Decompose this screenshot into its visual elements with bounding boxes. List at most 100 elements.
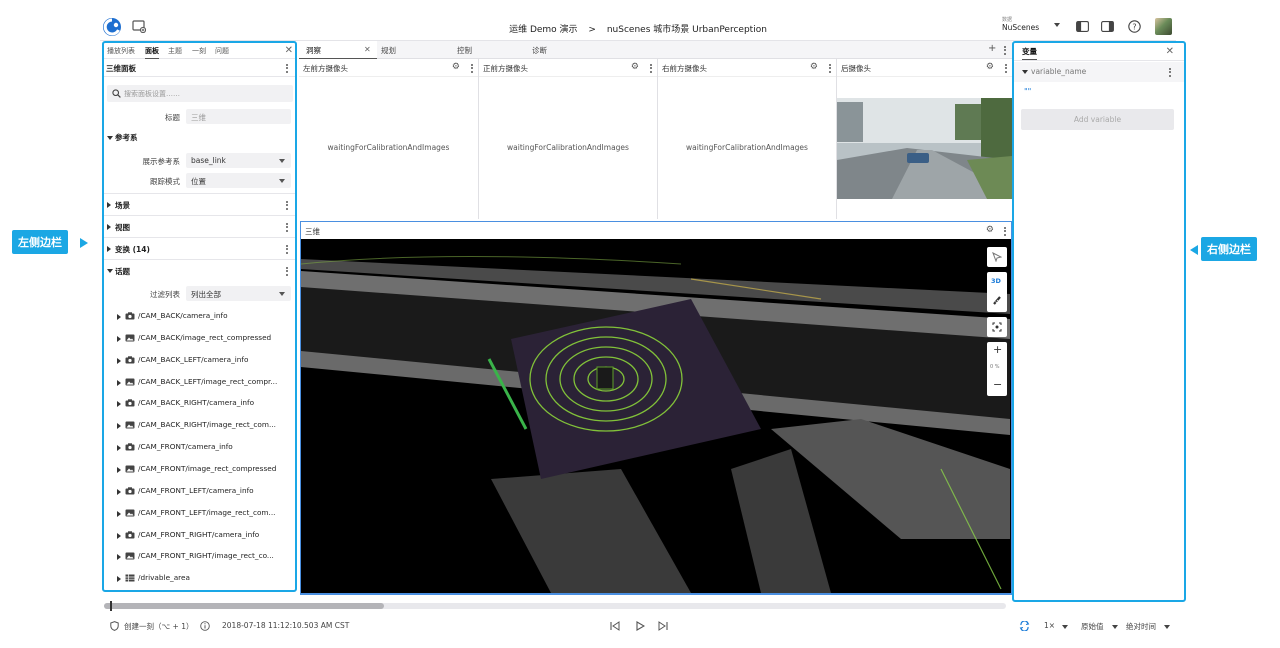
info-icon[interactable] — [200, 621, 210, 631]
current-timestamp[interactable]: 2018-07-18 11:12:10.503 AM CST — [222, 621, 349, 630]
recenter-button[interactable] — [987, 317, 1007, 337]
topic-row[interactable]: /CAM_BACK_LEFT/image_rect_compr... — [104, 372, 295, 393]
topic-row[interactable]: /CAM_BACK_LEFT/camera_info — [104, 350, 295, 371]
scene-section[interactable]: 场景 — [104, 193, 295, 215]
tab-topics[interactable]: 主题 — [168, 46, 182, 56]
tab-planning[interactable]: 规划 — [381, 41, 441, 59]
zoom-in-icon[interactable]: + — [993, 343, 1002, 356]
chevron-right-icon[interactable] — [117, 423, 121, 430]
add-tab-icon[interactable]: + — [988, 43, 996, 54]
tab-issues[interactable]: 问题 — [215, 46, 229, 56]
more-options-icon[interactable] — [471, 64, 474, 73]
tab-insight[interactable]: 洞察 ✕ — [299, 41, 377, 59]
help-icon[interactable]: ? — [1128, 20, 1141, 33]
tab-playlist[interactable]: 播放列表 — [107, 46, 135, 56]
chevron-right-icon[interactable] — [117, 466, 121, 473]
chevron-down-icon[interactable] — [1112, 625, 1118, 629]
chevron-right-icon[interactable] — [117, 488, 121, 495]
breadcrumb-app[interactable]: 运维 Demo 演示 — [509, 25, 577, 35]
chevron-right-icon[interactable] — [117, 335, 121, 342]
gear-icon[interactable]: ⚙ — [810, 62, 818, 72]
topic-row[interactable]: /drivable_area — [104, 568, 295, 589]
panel-3d[interactable]: 三维 ⚙ 3D + 0 % − — [300, 221, 1012, 595]
view-section[interactable]: 视图 — [104, 215, 295, 237]
topic-row[interactable]: /CAM_FRONT/camera_info — [104, 437, 295, 458]
right-sidebar-toggle-icon[interactable] — [1101, 21, 1114, 32]
transforms-section[interactable]: 变换 (14) — [104, 237, 295, 259]
topic-row[interactable]: /CAM_FRONT_RIGHT/camera_info — [104, 525, 295, 546]
settings-search-input[interactable]: 搜索面板设置…… — [107, 85, 293, 102]
topic-row[interactable]: /CAM_BACK/camera_info — [104, 306, 295, 327]
left-sidebar-toggle-icon[interactable] — [1076, 21, 1089, 32]
topic-row[interactable]: /CAM_FRONT_LEFT/camera_info — [104, 481, 295, 502]
chevron-right-icon[interactable] — [117, 379, 121, 386]
add-variable-button[interactable]: Add variable — [1021, 109, 1174, 130]
more-options-icon[interactable] — [286, 223, 289, 232]
topics-section[interactable]: 话题 — [104, 259, 295, 281]
topic-row[interactable]: /CAM_BACK/image_rect_compressed — [104, 328, 295, 349]
seek-back-icon[interactable] — [610, 621, 620, 631]
topic-row[interactable]: /CAM_FRONT_LEFT/image_rect_com... — [104, 503, 295, 524]
chevron-right-icon[interactable] — [117, 314, 121, 320]
tab-diagnostics[interactable]: 诊断 — [532, 41, 592, 59]
title-input[interactable]: 三维 — [186, 109, 291, 124]
chevron-down-icon[interactable] — [1062, 625, 1068, 629]
create-moment-button[interactable]: 创建一刻（⌥ + 1） — [124, 621, 193, 632]
user-avatar[interactable] — [1155, 18, 1172, 35]
chevron-right-icon[interactable] — [117, 510, 121, 517]
filter-select[interactable]: 列出全部 — [186, 286, 291, 301]
topic-row[interactable]: /CAM_BACK_RIGHT/camera_info — [104, 393, 295, 414]
chevron-right-icon[interactable] — [117, 357, 121, 364]
play-icon[interactable] — [635, 621, 645, 631]
topic-row[interactable]: /CAM_FRONT_RIGHT/image_rect_co... — [104, 546, 295, 567]
chevron-down-icon[interactable] — [1022, 70, 1028, 74]
chevron-right-icon[interactable] — [117, 445, 121, 452]
zoom-out-icon[interactable]: − — [993, 378, 1002, 391]
gear-icon[interactable]: ⚙ — [986, 62, 994, 72]
gear-icon[interactable]: ⚙ — [452, 62, 460, 72]
more-options-icon[interactable] — [286, 201, 289, 210]
playback-speed-select[interactable]: 1× — [1044, 621, 1055, 630]
chevron-right-icon[interactable] — [117, 554, 121, 561]
more-options-icon[interactable] — [650, 64, 653, 73]
follow-mode-select[interactable]: 位置 — [186, 173, 291, 188]
more-options-icon[interactable] — [286, 245, 289, 254]
tab-control[interactable]: 控制 — [457, 41, 517, 59]
dataset-selector[interactable]: 数据 NuScenes — [1002, 16, 1039, 32]
point-cloud-view[interactable] — [301, 239, 1010, 593]
playhead[interactable] — [110, 601, 112, 611]
more-options-icon[interactable] — [1004, 46, 1007, 55]
chevron-down-icon[interactable] — [1164, 625, 1170, 629]
loop-icon[interactable] — [1019, 621, 1030, 631]
topic-row[interactable]: /CAM_FRONT/image_rect_compressed — [104, 459, 295, 480]
close-icon[interactable]: ✕ — [1166, 47, 1174, 57]
variable-value[interactable]: "" — [1024, 87, 1031, 96]
dataset-chevron-down-icon[interactable] — [1054, 23, 1060, 27]
chevron-right-icon[interactable] — [117, 401, 121, 408]
variables-title[interactable]: 变量 — [1022, 46, 1037, 60]
tab-panel[interactable]: 面板 — [145, 46, 159, 59]
chevron-right-icon[interactable] — [117, 576, 121, 583]
3d-mode-button[interactable]: 3D — [991, 277, 1001, 285]
variable-name[interactable]: variable_name — [1031, 67, 1086, 76]
time-mode-select[interactable]: 绝对时间 — [1126, 621, 1156, 632]
more-options-icon[interactable] — [1004, 227, 1007, 236]
value-mode-select[interactable]: 原始值 — [1081, 621, 1104, 632]
close-icon[interactable]: ✕ — [285, 46, 293, 56]
breadcrumb-scene[interactable]: nuScenes 城市场景 UrbanPerception — [607, 25, 767, 35]
more-options-icon[interactable] — [829, 64, 832, 73]
more-options-icon[interactable] — [286, 267, 289, 276]
display-frame-select[interactable]: base_link — [186, 153, 291, 168]
close-tab-icon[interactable]: ✕ — [364, 45, 371, 55]
gear-icon[interactable]: ⚙ — [986, 225, 994, 235]
more-options-icon[interactable] — [286, 64, 289, 73]
topic-row[interactable]: /CAM_BACK_RIGHT/image_rect_com... — [104, 415, 295, 436]
seek-forward-icon[interactable] — [658, 621, 668, 631]
playback-timeline[interactable] — [104, 601, 1006, 611]
select-tool-button[interactable] — [987, 247, 1007, 267]
variable-row[interactable]: variable_name — [1014, 62, 1184, 82]
more-options-icon[interactable] — [1005, 64, 1008, 73]
ruler-icon[interactable] — [992, 295, 1002, 306]
chevron-right-icon[interactable] — [117, 532, 121, 539]
gear-icon[interactable]: ⚙ — [631, 62, 639, 72]
